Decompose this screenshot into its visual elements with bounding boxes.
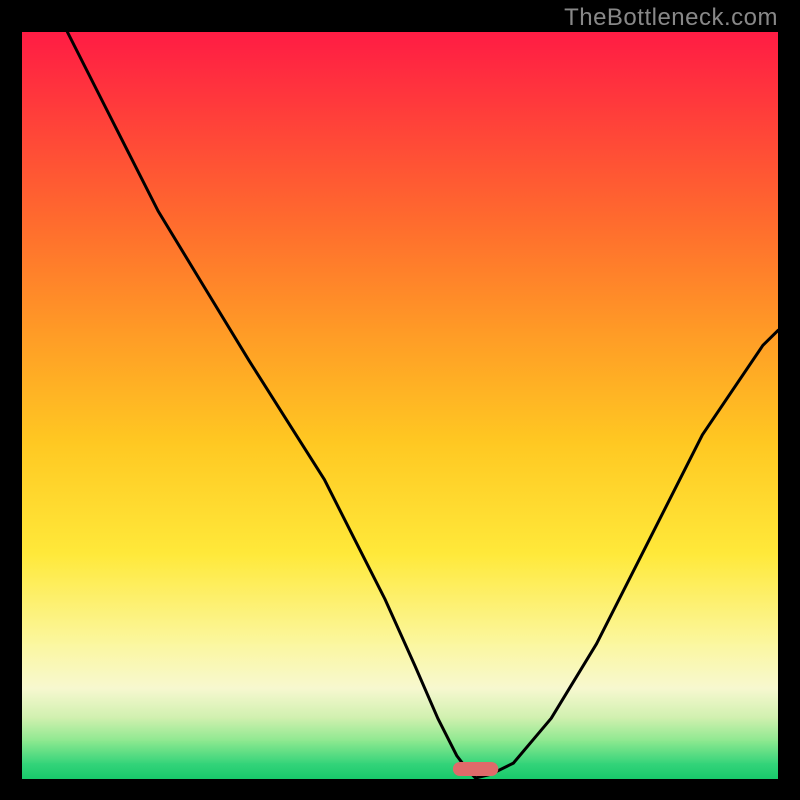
chart-frame: TheBottleneck.com: [0, 0, 800, 800]
watermark-text: TheBottleneck.com: [564, 4, 778, 32]
optimal-marker: [22, 32, 778, 778]
plot-area: [22, 32, 778, 778]
